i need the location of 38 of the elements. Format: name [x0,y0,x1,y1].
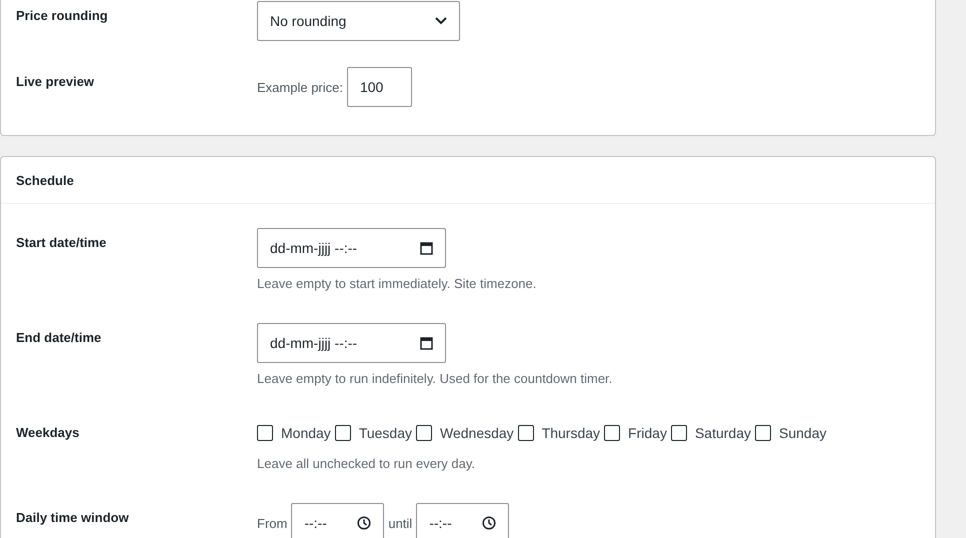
row-label: End date/time [16,329,102,347]
chevron-down-icon [435,17,447,25]
checkbox[interactable] [518,425,534,441]
row-label: Weekdays [16,424,80,442]
help-text: Leave empty to run indefinitely. Used for the countdown timer. [257,371,612,386]
field-label: Example price: [257,80,343,94]
row-label: Price rounding [16,7,108,25]
row-label: Live preview [16,73,94,91]
section-title: Schedule [16,172,74,188]
checkbox[interactable] [334,425,351,441]
field-label: until [388,516,412,530]
checkbox-label: Tuesday [358,425,412,441]
rounding-select[interactable]: No rounding [257,1,460,41]
help-text: Leave empty to start immediately. Site timezone. [257,276,536,291]
clock-icon [357,516,372,530]
checkbox-label: Thursday [542,425,600,441]
calendar-icon [420,241,433,255]
time-field[interactable]: --:-- [416,503,510,538]
checkbox[interactable] [416,425,432,441]
checkbox[interactable] [604,425,620,441]
row-label: Start date/time [16,234,106,252]
field-label: From [257,516,288,530]
clock-icon [482,516,496,530]
checkbox-label: Friday [628,425,667,441]
checkbox[interactable] [257,425,273,441]
checkbox-label: Sunday [779,425,826,441]
checkbox-label: Saturday [694,425,751,441]
help-text: Leave all unchecked to run every day. [257,456,476,471]
datetime-field[interactable]: dd-mm-jjjj --:-- [257,228,446,268]
time-field[interactable]: --:-- [291,503,384,538]
calendar-icon [420,336,433,350]
checkbox-label: Monday [281,425,331,441]
checkbox[interactable] [755,425,771,441]
price-input[interactable]: 100 [346,67,412,107]
row-label: Daily time window [16,509,129,527]
checkbox-label: Wednesday [440,425,514,441]
checkbox[interactable] [670,425,687,441]
datetime-field[interactable]: dd-mm-jjjj --:-- [257,323,446,363]
